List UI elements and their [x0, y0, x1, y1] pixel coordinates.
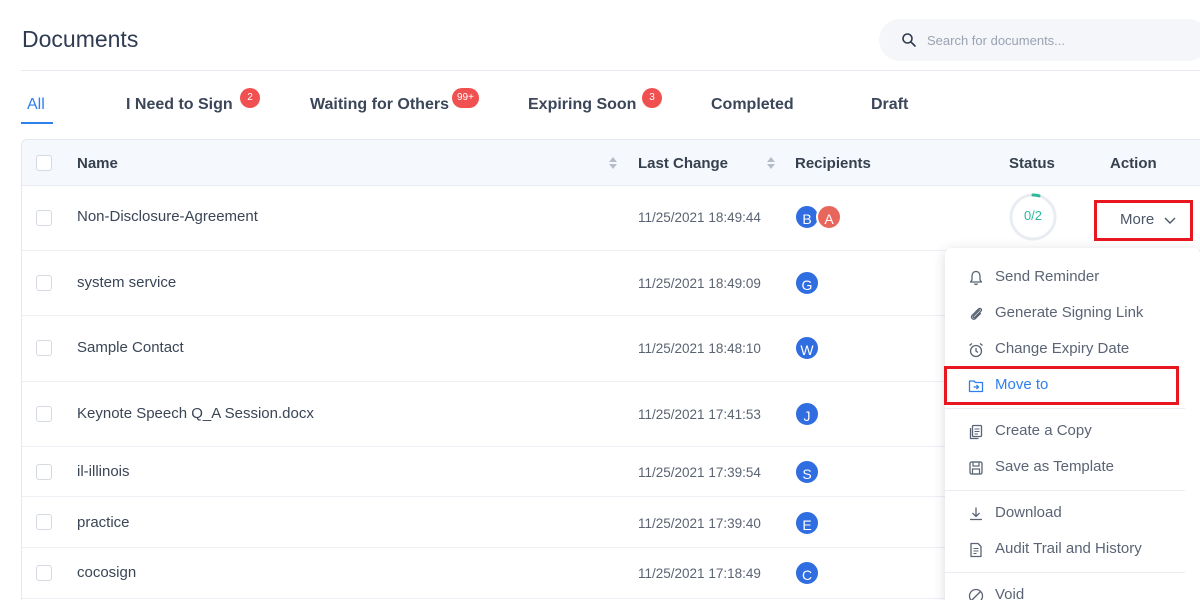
copy-icon — [969, 424, 983, 440]
document-name[interactable]: system service — [77, 274, 176, 291]
menu-item-label: Create a Copy — [995, 422, 1092, 439]
row-checkbox[interactable] — [36, 406, 52, 422]
menu-item-generate-signing-link[interactable]: Generate Signing Link — [945, 296, 1185, 332]
menu-item-label: Save as Template — [995, 458, 1114, 475]
tab-i-need-to-sign[interactable]: I Need to Sign — [126, 96, 233, 114]
document-name[interactable]: Keynote Speech Q_A Session.docx — [77, 405, 314, 422]
menu-item-void[interactable]: Void — [945, 578, 1185, 600]
search-icon — [902, 33, 916, 47]
menu-item-label: Download — [995, 504, 1062, 521]
avatar: G — [794, 270, 820, 296]
avatar: E — [794, 510, 820, 536]
avatar: A — [816, 204, 842, 230]
menu-item-send-reminder[interactable]: Send Reminder — [945, 260, 1185, 296]
menu-separator — [945, 408, 1185, 409]
menu-item-label: Void — [995, 586, 1025, 600]
document-name[interactable]: Non-Disclosure-Agreement — [77, 208, 258, 225]
more-actions-menu: Send Reminder Generate Signing Link Chan… — [945, 248, 1200, 600]
search-box[interactable] — [879, 19, 1200, 61]
menu-separator — [945, 490, 1185, 491]
row-checkbox[interactable] — [36, 275, 52, 291]
last-change-date: 11/25/2021 17:18:49 — [638, 566, 761, 581]
avatar: S — [794, 459, 820, 485]
alarm-clock-icon — [969, 342, 983, 358]
status-text: 0/2 — [1023, 208, 1043, 223]
table-header: Name Last Change Recipients Status Actio… — [22, 140, 1200, 186]
column-header-last-change[interactable]: Last Change — [638, 155, 728, 172]
last-change-date: 11/25/2021 18:48:10 — [638, 341, 761, 356]
menu-separator — [945, 572, 1185, 573]
download-icon — [970, 507, 982, 521]
table-row[interactable]: Non-Disclosure-Agreement 11/25/2021 18:4… — [22, 186, 1200, 251]
more-button[interactable]: More — [1094, 200, 1193, 241]
more-button-label: More — [1120, 211, 1155, 228]
avatar: C — [794, 560, 820, 586]
void-icon — [968, 588, 984, 600]
row-checkbox[interactable] — [36, 464, 52, 480]
audit-file-icon — [970, 542, 982, 558]
document-name[interactable]: il-illinois — [77, 463, 130, 480]
last-change-date: 11/25/2021 18:49:09 — [638, 276, 761, 291]
avatar: J — [794, 401, 820, 427]
tab-badge: 99+ — [452, 88, 479, 108]
column-header-status: Status — [1009, 155, 1055, 172]
tab-badge: 2 — [240, 88, 260, 108]
sort-icon[interactable] — [766, 155, 776, 171]
sort-icon[interactable] — [608, 155, 618, 171]
menu-item-save-as-template[interactable]: Save as Template — [945, 450, 1185, 486]
avatar: W — [794, 335, 820, 361]
last-change-date: 11/25/2021 18:49:44 — [638, 210, 761, 225]
row-checkbox[interactable] — [36, 565, 52, 581]
menu-item-label: Send Reminder — [995, 268, 1100, 285]
menu-item-audit-trail-and-history[interactable]: Audit Trail and History — [945, 532, 1185, 568]
bell-icon — [969, 270, 983, 286]
menu-item-change-expiry-date[interactable]: Change Expiry Date — [945, 332, 1185, 368]
search-input[interactable] — [927, 19, 1197, 61]
tab-all-underline — [21, 122, 53, 124]
tab-expiring-soon[interactable]: Expiring Soon — [528, 96, 636, 114]
menu-item-create-a-copy[interactable]: Create a Copy — [945, 414, 1185, 450]
last-change-date: 11/25/2021 17:39:54 — [638, 465, 761, 480]
paperclip-icon — [970, 307, 983, 320]
last-change-date: 11/25/2021 17:41:53 — [638, 407, 761, 422]
menu-item-label: Generate Signing Link — [995, 304, 1144, 321]
column-header-name[interactable]: Name — [77, 155, 118, 172]
row-checkbox[interactable] — [36, 340, 52, 356]
page-title: Documents — [22, 26, 139, 52]
column-header-action: Action — [1110, 155, 1157, 172]
tab-badge: 3 — [642, 88, 662, 108]
row-checkbox[interactable] — [36, 210, 52, 226]
move-to-highlight-box — [944, 366, 1179, 405]
document-name[interactable]: practice — [77, 514, 130, 531]
menu-item-label: Audit Trail and History — [995, 540, 1142, 557]
save-icon — [969, 461, 983, 475]
menu-item-label: Change Expiry Date — [995, 340, 1130, 357]
row-checkbox[interactable] — [36, 514, 52, 530]
menu-item-download[interactable]: Download — [945, 496, 1185, 532]
column-header-recipients: Recipients — [795, 155, 871, 172]
document-name[interactable]: cocosign — [77, 564, 136, 581]
top-divider — [21, 70, 1200, 71]
last-change-date: 11/25/2021 17:39:40 — [638, 516, 761, 531]
tab-waiting-for-others[interactable]: Waiting for Others — [310, 96, 449, 114]
chevron-down-icon — [1164, 217, 1176, 224]
tab-all[interactable]: All — [27, 96, 45, 114]
document-name[interactable]: Sample Contact — [77, 339, 184, 356]
tab-draft[interactable]: Draft — [871, 96, 908, 114]
select-all-checkbox[interactable] — [36, 155, 52, 171]
tab-completed[interactable]: Completed — [711, 96, 794, 114]
